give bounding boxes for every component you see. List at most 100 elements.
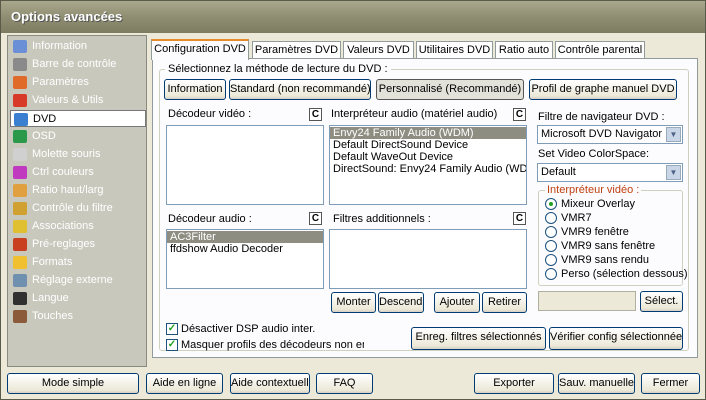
list-item[interactable]: Default WaveOut Device <box>330 151 526 163</box>
tab-dvd-utilities[interactable]: Utilitaires DVD <box>416 41 493 59</box>
audio-renderer-label: Interpréteur audio (matériel audio) <box>331 108 498 120</box>
colorspace-select[interactable]: Default ▼ <box>537 163 683 182</box>
sidebar-item-mouse-wheel[interactable]: Molette souris <box>10 146 146 163</box>
sidebar-item-parameters[interactable]: Paramètres <box>10 74 146 91</box>
faq-button[interactable]: FAQ <box>316 373 373 394</box>
chevron-down-icon: ▼ <box>666 165 681 180</box>
extra-filters-list[interactable] <box>329 229 527 289</box>
control-bar-icon <box>13 58 27 71</box>
list-item[interactable]: AC3Filter <box>167 231 323 243</box>
dvd-config-panel: Sélectionnez la méthode de lecture du DV… <box>152 58 698 358</box>
nav-filter-label: Filtre de navigateur DVD : <box>538 111 665 123</box>
sidebar-item-presets[interactable]: Pré-reglages <box>10 236 146 253</box>
radio-label: VMR9 fenêtre <box>561 226 629 238</box>
method-information-button[interactable]: Information <box>164 79 226 100</box>
sidebar-item-control-bar[interactable]: Barre de contrôle <box>10 56 146 73</box>
tab-dvd-parameters[interactable]: Paramètres DVD <box>252 41 341 59</box>
sidebar-item-filter-control[interactable]: Contrôle du filtre <box>10 200 146 217</box>
filter-icon <box>13 202 27 215</box>
list-item[interactable]: Envy24 Family Audio (WDM) <box>330 127 526 139</box>
list-item[interactable]: DirectSound: Envy24 Family Audio (WDM) <box>330 163 526 175</box>
chevron-down-icon: ▼ <box>666 127 681 142</box>
sidebar-item-associations[interactable]: Associations <box>10 218 146 235</box>
tab-dvd-values[interactable]: Valeurs DVD <box>343 41 414 59</box>
close-button[interactable]: Fermer <box>641 373 700 394</box>
export-button[interactable]: Exporter <box>474 373 554 394</box>
check-config-button[interactable]: Vérifier config sélectionnée <box>549 327 683 350</box>
radio-label: Mixeur Overlay <box>561 198 635 210</box>
method-standard-button[interactable]: Standard (non recommandé) <box>229 79 371 100</box>
radio-overlay-mixer[interactable] <box>545 198 557 210</box>
radio-vmr9-renderless[interactable] <box>545 254 557 266</box>
ratio-icon <box>13 184 27 197</box>
video-decoder-list[interactable] <box>166 125 324 205</box>
checkbox-label: Désactiver DSP audio inter. <box>181 323 316 335</box>
audio-decoder-label: Décodeur audio : <box>168 213 252 225</box>
settings-icon <box>13 76 27 89</box>
extra-filters-config-button[interactable]: C <box>513 212 526 225</box>
radio-vmr9-windowed[interactable] <box>545 226 557 238</box>
radio-label: VMR9 sans rendu <box>561 254 650 266</box>
external-icon <box>13 274 27 287</box>
tab-auto-ratio[interactable]: Ratio auto <box>495 41 553 59</box>
extra-filters-label: Filtres additionnels : <box>333 213 431 225</box>
add-filter-button[interactable]: Ajouter <box>434 292 480 313</box>
context-help-button[interactable]: Aide contextuelle <box>230 373 310 394</box>
audio-decoder-config-button[interactable]: C <box>309 212 322 225</box>
language-icon <box>13 292 27 305</box>
tab-parental-control[interactable]: Contrôle parental <box>555 41 645 59</box>
presets-icon <box>13 238 27 251</box>
dvd-icon <box>14 113 28 126</box>
radio-label: VMR9 sans fenêtre <box>561 240 656 252</box>
move-up-button[interactable]: Monter <box>331 292 376 313</box>
custom-renderer-field[interactable] <box>538 291 636 311</box>
sidebar-item-formats[interactable]: Formats <box>10 254 146 271</box>
select-renderer-button[interactable]: Sélect. <box>640 291 683 312</box>
checkbox-label: Masquer profils des décodeurs non enr <box>181 339 364 351</box>
osd-icon <box>13 130 27 143</box>
color-wheel-icon <box>13 166 27 179</box>
remove-filter-button[interactable]: Retirer <box>482 292 527 313</box>
radio-vmr9-windowless[interactable] <box>545 240 557 252</box>
method-custom-button[interactable]: Personnalisé (Recommandé) <box>376 79 524 100</box>
sidebar-item-values[interactable]: Valeurs & Utils <box>10 92 146 109</box>
sidebar-item-dvd[interactable]: DVD <box>10 110 146 127</box>
audio-renderer-config-button[interactable]: C <box>513 108 526 121</box>
values-icon <box>13 94 27 107</box>
window-title: Options avancées <box>1 1 705 33</box>
sidebar-item-language[interactable]: Langue <box>10 290 146 307</box>
sidebar-item-information[interactable]: Information <box>10 38 146 55</box>
nav-filter-select[interactable]: Microsoft DVD Navigator ▼ <box>537 125 683 144</box>
radio-vmr7[interactable] <box>545 212 557 224</box>
simple-mode-button[interactable]: Mode simple <box>7 373 139 394</box>
sidebar-item-osd[interactable]: OSD <box>10 128 146 145</box>
list-item[interactable]: Default DirectSound Device <box>330 139 526 151</box>
manual-save-button[interactable]: Sauv. manuelle <box>558 373 635 394</box>
sidebar-item-external-settings[interactable]: Réglage externe <box>10 272 146 289</box>
tab-dvd-configuration[interactable]: Configuration DVD <box>151 39 249 60</box>
method-manual-graph-button[interactable]: Profil de graphe manuel DVD <box>529 79 677 100</box>
audio-decoder-list[interactable]: AC3Filter ffdshow Audio Decoder <box>166 229 324 289</box>
keys-icon <box>13 310 27 323</box>
mouse-icon <box>13 148 27 161</box>
sidebar-item-aspect-ratio[interactable]: Ratio haut/larg <box>10 182 146 199</box>
video-decoder-config-button[interactable]: C <box>309 108 322 121</box>
sidebar: Information Barre de contrôle Paramètres… <box>7 35 147 367</box>
method-label: Sélectionnez la méthode de lecture du DV… <box>165 63 391 75</box>
move-down-button[interactable]: Descendre <box>378 292 424 313</box>
radio-label: Perso (sélection dessous) <box>561 268 688 280</box>
audio-renderer-list[interactable]: Envy24 Family Audio (WDM) Default Direct… <box>329 125 527 205</box>
options-window: Options avancées Information Barre de co… <box>0 0 706 400</box>
disable-dsp-checkbox[interactable]: ✓ <box>166 323 178 335</box>
list-item[interactable]: ffdshow Audio Decoder <box>167 243 323 255</box>
colorspace-label: Set Video ColorSpace: <box>538 148 650 160</box>
hide-profiles-checkbox[interactable]: ✓ <box>166 339 178 351</box>
formats-icon <box>13 256 27 269</box>
sidebar-item-color-controls[interactable]: Ctrl couleurs <box>10 164 146 181</box>
online-help-button[interactable]: Aide en ligne <box>146 373 223 394</box>
sidebar-item-keys[interactable]: Touches <box>10 308 146 325</box>
radio-custom[interactable] <box>545 268 557 280</box>
save-filters-button[interactable]: Enreg. filtres sélectionnés <box>411 327 546 350</box>
video-decoder-label: Décodeur vidéo : <box>168 108 252 120</box>
radio-label: VMR7 <box>561 212 592 224</box>
